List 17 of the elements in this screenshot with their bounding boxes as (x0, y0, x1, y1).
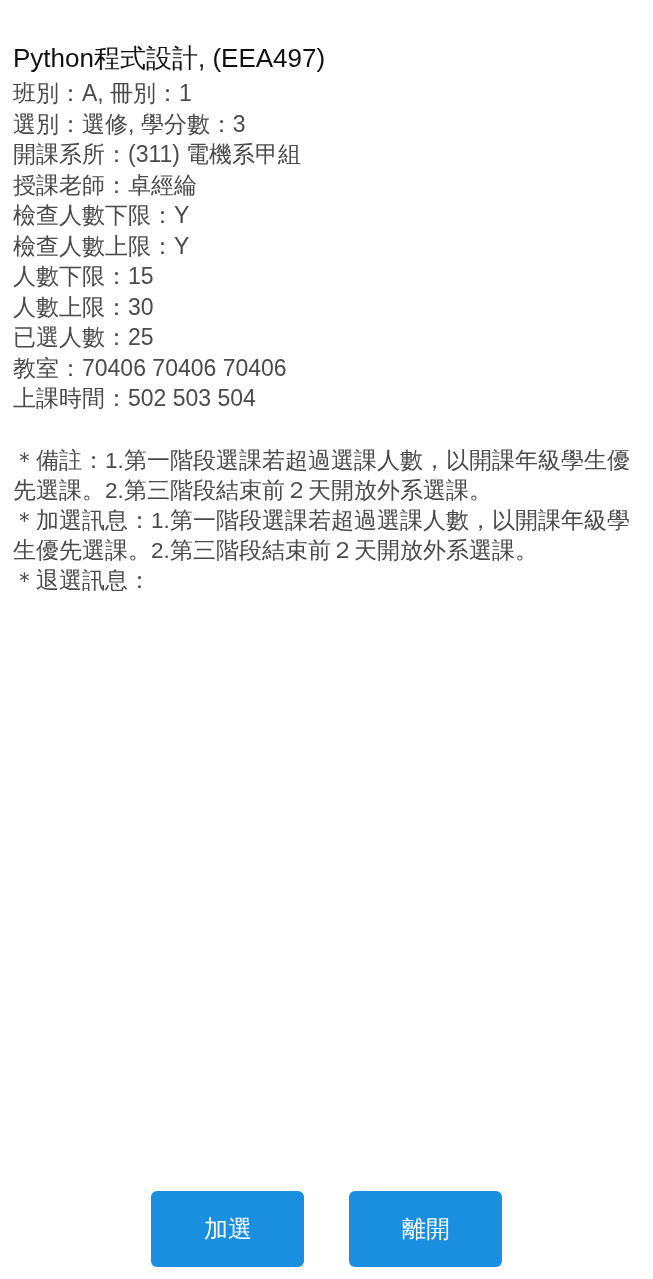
course-note: ＊備註：1.第一階段選課若超過選課人數，以開課年級學生優先選課。2.第三階段結束前２天開放外系選課。 (13, 446, 631, 505)
course-note: ＊退選訊息： (13, 566, 152, 595)
course-detail: 人數上限：30 (13, 292, 155, 322)
course-detail: 人數下限：15 (13, 262, 155, 291)
course-detail: 檢查人數下限：Y (13, 201, 191, 230)
course-detail: 班別：A, 冊別：1 (13, 79, 193, 108)
course-note: ＊加選訊息：1.第一階段選課若超過選課人數，以開課年級學生優先選課。2.第三階段結束前２天開放外系選課。 (13, 506, 631, 565)
course-title: Python程式設計, (EEA497) (13, 42, 327, 74)
course-detail: 教室：70406 70406 70406 (13, 353, 288, 383)
course-detail: 授課老師：卓經綸 (13, 170, 198, 200)
course-detail: 已選人數：25 (13, 323, 155, 352)
course-detail: 上課時間：502 503 504 (13, 384, 257, 413)
course-detail: 開課系所：(311) 電機系甲組 (13, 140, 303, 169)
course-detail: 選別：選修, 學分數：3 (13, 109, 247, 139)
action-button[interactable]: 加選 (151, 1191, 304, 1267)
action-button[interactable]: 離開 (349, 1191, 502, 1267)
course-detail: 檢查人數上限：Y (13, 231, 191, 261)
